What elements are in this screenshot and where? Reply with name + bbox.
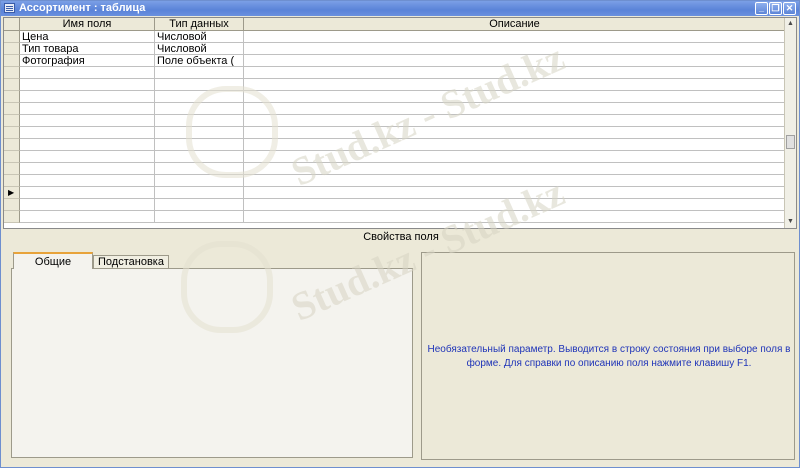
cell-data-type[interactable] — [155, 199, 244, 211]
vertical-scrollbar[interactable]: ▲ ▼ — [784, 18, 796, 228]
cell-description[interactable] — [244, 67, 786, 79]
tab-lookup[interactable]: Подстановка — [93, 255, 169, 269]
restore-button[interactable]: ❐ — [769, 2, 782, 15]
cell-description[interactable] — [244, 211, 786, 223]
cell-field-name[interactable]: Тип товара — [20, 43, 155, 55]
table-design-window: Ассортимент : таблица _ ❐ ✕ Имя поля Тип… — [0, 0, 800, 468]
title-bar[interactable]: Ассортимент : таблица _ ❐ ✕ — [1, 1, 799, 16]
cell-description[interactable] — [244, 151, 786, 163]
cell-field-name[interactable] — [20, 211, 155, 223]
cell-data-type[interactable] — [155, 103, 244, 115]
row-selector[interactable] — [4, 91, 20, 103]
cell-field-name[interactable] — [20, 163, 155, 175]
cell-description[interactable] — [244, 43, 786, 55]
cell-description[interactable] — [244, 103, 786, 115]
cell-description[interactable] — [244, 175, 786, 187]
cell-data-type[interactable]: Числовой — [155, 31, 244, 43]
cell-description[interactable] — [244, 115, 786, 127]
field-grid: Имя поля Тип данных Описание Цена Числово… — [3, 17, 797, 229]
row-selector[interactable] — [4, 127, 20, 139]
property-help-text: Необязательный параметр. Выводится в стр… — [427, 344, 791, 369]
cell-description[interactable] — [244, 199, 786, 211]
row-selector[interactable] — [4, 79, 20, 91]
cell-description[interactable] — [244, 31, 786, 43]
minimize-button[interactable]: _ — [755, 2, 768, 15]
cell-field-name[interactable] — [20, 103, 155, 115]
scroll-down-arrow-icon[interactable]: ▼ — [785, 216, 796, 227]
row-selector[interactable] — [4, 115, 20, 127]
current-row-indicator-icon: ▶ — [8, 188, 15, 197]
scroll-up-arrow-icon[interactable]: ▲ — [785, 18, 796, 29]
general-tab-panel — [11, 268, 413, 458]
scroll-thumb[interactable] — [786, 135, 795, 149]
field-properties-label: Свойства поля — [363, 231, 439, 243]
cell-data-type[interactable] — [155, 139, 244, 151]
row-selector[interactable] — [4, 199, 20, 211]
cell-data-type[interactable] — [155, 79, 244, 91]
cell-field-name[interactable]: Фотография — [20, 55, 155, 67]
cell-data-type[interactable] — [155, 127, 244, 139]
cell-field-name[interactable] — [20, 79, 155, 91]
cell-data-type[interactable] — [155, 187, 244, 199]
row-selector[interactable] — [4, 31, 20, 43]
row-selector[interactable] — [4, 211, 20, 223]
cell-field-name[interactable] — [20, 187, 155, 199]
minimize-icon: _ — [758, 3, 764, 13]
row-selector[interactable] — [4, 151, 20, 163]
cell-data-type[interactable] — [155, 67, 244, 79]
cell-data-type[interactable] — [155, 211, 244, 223]
table-icon — [4, 3, 15, 13]
cell-description[interactable] — [244, 91, 786, 103]
cell-field-name[interactable] — [20, 139, 155, 151]
row-selector[interactable] — [4, 175, 20, 187]
row-selector-header — [4, 18, 20, 31]
cell-data-type[interactable]: Числовой — [155, 43, 244, 55]
property-help-panel: Необязательный параметр. Выводится в стр… — [421, 252, 795, 460]
row-selector[interactable]: ▶ — [4, 187, 20, 199]
cell-description[interactable] — [244, 163, 786, 175]
cell-data-type[interactable] — [155, 163, 244, 175]
cell-description[interactable] — [244, 55, 786, 67]
cell-field-name[interactable] — [20, 127, 155, 139]
row-selector[interactable] — [4, 163, 20, 175]
row-selector[interactable] — [4, 55, 20, 67]
row-selector[interactable] — [4, 43, 20, 55]
row-selector[interactable] — [4, 67, 20, 79]
cell-description[interactable] — [244, 127, 786, 139]
restore-icon: ❐ — [771, 3, 780, 13]
close-icon: ✕ — [785, 3, 794, 13]
cell-field-name[interactable] — [20, 175, 155, 187]
cell-data-type[interactable] — [155, 175, 244, 187]
row-selector[interactable] — [4, 139, 20, 151]
column-header-data-type[interactable]: Тип данных — [155, 18, 244, 31]
cell-field-name[interactable]: Цена — [20, 31, 155, 43]
cell-field-name[interactable] — [20, 199, 155, 211]
column-header-field-name[interactable]: Имя поля — [20, 18, 155, 31]
cell-data-type[interactable] — [155, 91, 244, 103]
cell-data-type[interactable]: Поле объекта ( — [155, 55, 244, 67]
tab-general[interactable]: Общие — [13, 252, 93, 269]
cell-field-name[interactable] — [20, 151, 155, 163]
cell-description[interactable] — [244, 139, 786, 151]
close-button[interactable]: ✕ — [783, 2, 796, 15]
cell-data-type[interactable] — [155, 115, 244, 127]
cell-description[interactable] — [244, 187, 786, 199]
row-selector[interactable] — [4, 103, 20, 115]
cell-data-type[interactable] — [155, 151, 244, 163]
cell-description[interactable] — [244, 79, 786, 91]
cell-field-name[interactable] — [20, 115, 155, 127]
window-title: Ассортимент : таблица — [19, 2, 146, 14]
column-header-description[interactable]: Описание — [244, 18, 786, 31]
cell-field-name[interactable] — [20, 67, 155, 79]
cell-field-name[interactable] — [20, 91, 155, 103]
